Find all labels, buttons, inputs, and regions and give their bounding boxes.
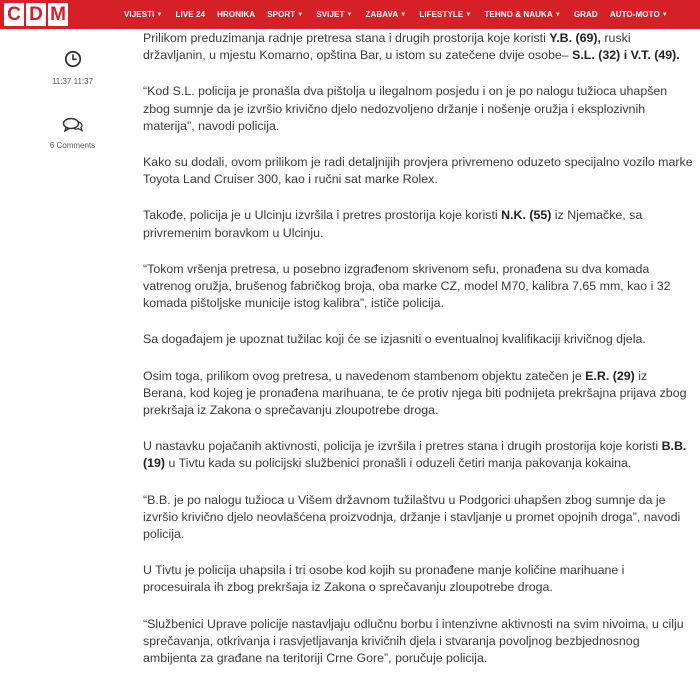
nav-item-grad[interactable]: GRAD xyxy=(568,0,604,29)
article-paragraph: Takođe, policija je u Ulcinju izvršila i… xyxy=(143,207,693,241)
nav-item-label: SVIJET xyxy=(316,10,345,19)
paragraph-text: u Tivtu kada su policijski službenici pr… xyxy=(165,456,632,471)
highlighted-text: E.R. (29) xyxy=(585,368,635,383)
highlighted-text: S.L. (32) i V.T. (49). xyxy=(572,48,680,63)
article-paragraph: Osim toga, prilikom ovog pretresa, u nav… xyxy=(143,368,693,420)
article-paragraph: “Službenici Uprave policije nastavljaju … xyxy=(143,616,693,668)
article-paragraph: U nastavku pojačanih aktivnosti, policij… xyxy=(143,438,693,472)
article-paragraph: Kako su dodali, ovom prilikom je radi de… xyxy=(143,154,693,188)
nav-item-label: ZABAVA xyxy=(365,10,399,19)
nav-item-label: LIVE 24 xyxy=(175,10,206,19)
highlighted-text: N.K. (55) xyxy=(501,208,552,223)
article-body: Prilikom preduzimanja radnje pretresa st… xyxy=(143,30,693,686)
article-paragraph: “Tokom vršenja pretresa, u posebno izgra… xyxy=(143,261,693,313)
nav-item-zabava[interactable]: ZABAVA ▼ xyxy=(360,0,414,29)
cdm-logo[interactable]: C D M xyxy=(4,3,68,26)
chevron-down-icon: ▼ xyxy=(346,11,353,18)
chevron-down-icon: ▼ xyxy=(554,11,561,18)
nav-item-tehno-nauka[interactable]: TEHNO & NAUKA ▼ xyxy=(478,0,567,29)
nav-item-label: AUTO-MOTO xyxy=(609,10,660,19)
nav-item-lifestyle[interactable]: LIFESTYLE ▼ xyxy=(413,0,478,29)
paragraph-text: Osim toga, prilikom ovog pretresa, u nav… xyxy=(143,368,586,383)
paragraph-text: U Tivtu je policija uhapsila i tri osobe… xyxy=(143,563,625,595)
nav-item-live-24[interactable]: LIVE 24 xyxy=(170,0,212,29)
nav-item-label: GRAD xyxy=(573,10,598,19)
paragraph-text: Sa događajem je upoznat tužilac koji će … xyxy=(143,332,646,347)
paragraph-text: Takođe, policija je u Ulcinju izvršila i… xyxy=(143,208,502,223)
chevron-down-icon: ▼ xyxy=(661,11,668,18)
paragraph-text: Kako su dodali, ovom prilikom je radi de… xyxy=(143,155,693,187)
article-meta: 11:37 11:37 6 Comments xyxy=(0,50,145,150)
logo-letter: M xyxy=(48,3,68,26)
article-paragraph: U Tivtu je policija uhapsila i tri osobe… xyxy=(143,562,693,596)
nav-item-label: VIJESTI xyxy=(124,10,155,19)
nav-item-vijesti[interactable]: VIJESTI ▼ xyxy=(118,0,170,29)
article-paragraph: Prilikom preduzimanja radnje pretresa st… xyxy=(143,30,693,64)
paragraph-text: Prilikom preduzimanja radnje pretresa st… xyxy=(143,31,550,45)
nav-item-label: LIFESTYLE xyxy=(419,10,464,19)
nav-item-hronika[interactable]: HRONIKA xyxy=(211,0,261,29)
clock-icon xyxy=(64,50,81,68)
article-paragraph: “B.B. je po nalogu tužioca u Višem držav… xyxy=(143,492,693,544)
article-paragraph: “Kod S.L. policija je pronašla dva pišto… xyxy=(143,83,693,135)
paragraph-text: U nastavku pojačanih aktivnosti, policij… xyxy=(143,439,662,454)
nav-item-sport[interactable]: SPORT ▼ xyxy=(261,0,310,29)
paragraph-text: “Kod S.L. policija je pronašla dva pišto… xyxy=(143,84,668,133)
nav-item-label: TEHNO & NAUKA xyxy=(484,10,553,19)
logo-letter: C xyxy=(4,3,24,26)
nav-item-svijet[interactable]: SVIJET ▼ xyxy=(310,0,359,29)
paragraph-text: “B.B. je po nalogu tužioca u Višem držav… xyxy=(143,492,681,542)
chevron-down-icon: ▼ xyxy=(297,11,304,18)
highlighted-text: Y.B. (69), xyxy=(549,31,601,45)
main-menu: VIJESTI ▼ LIVE 24 HRONIKA SPORT ▼ SVIJET ▼ ZABAV… xyxy=(118,0,675,29)
paragraph-text: “Tokom vršenja pretresa, u posebno izgra… xyxy=(143,261,671,311)
logo-letter: D xyxy=(26,3,46,26)
chevron-down-icon: ▼ xyxy=(156,11,163,18)
comments-icon[interactable] xyxy=(62,117,84,133)
chevron-down-icon: ▼ xyxy=(465,11,472,18)
comments-count-link[interactable]: 6 Comments xyxy=(0,141,145,150)
chevron-down-icon: ▼ xyxy=(400,11,407,18)
top-navigation-bar: C D M VIJESTI ▼ LIVE 24 HRONIKA SPORT ▼ SVIJET… xyxy=(0,0,700,29)
nav-item-auto-moto[interactable]: AUTO-MOTO ▼ xyxy=(604,0,675,29)
nav-item-label: HRONIKA xyxy=(217,10,256,19)
nav-item-label: SPORT xyxy=(267,10,296,19)
publish-time: 11:37 11:37 xyxy=(51,77,94,86)
article-paragraph: Sa događajem je upoznat tužilac koji će … xyxy=(143,331,693,348)
